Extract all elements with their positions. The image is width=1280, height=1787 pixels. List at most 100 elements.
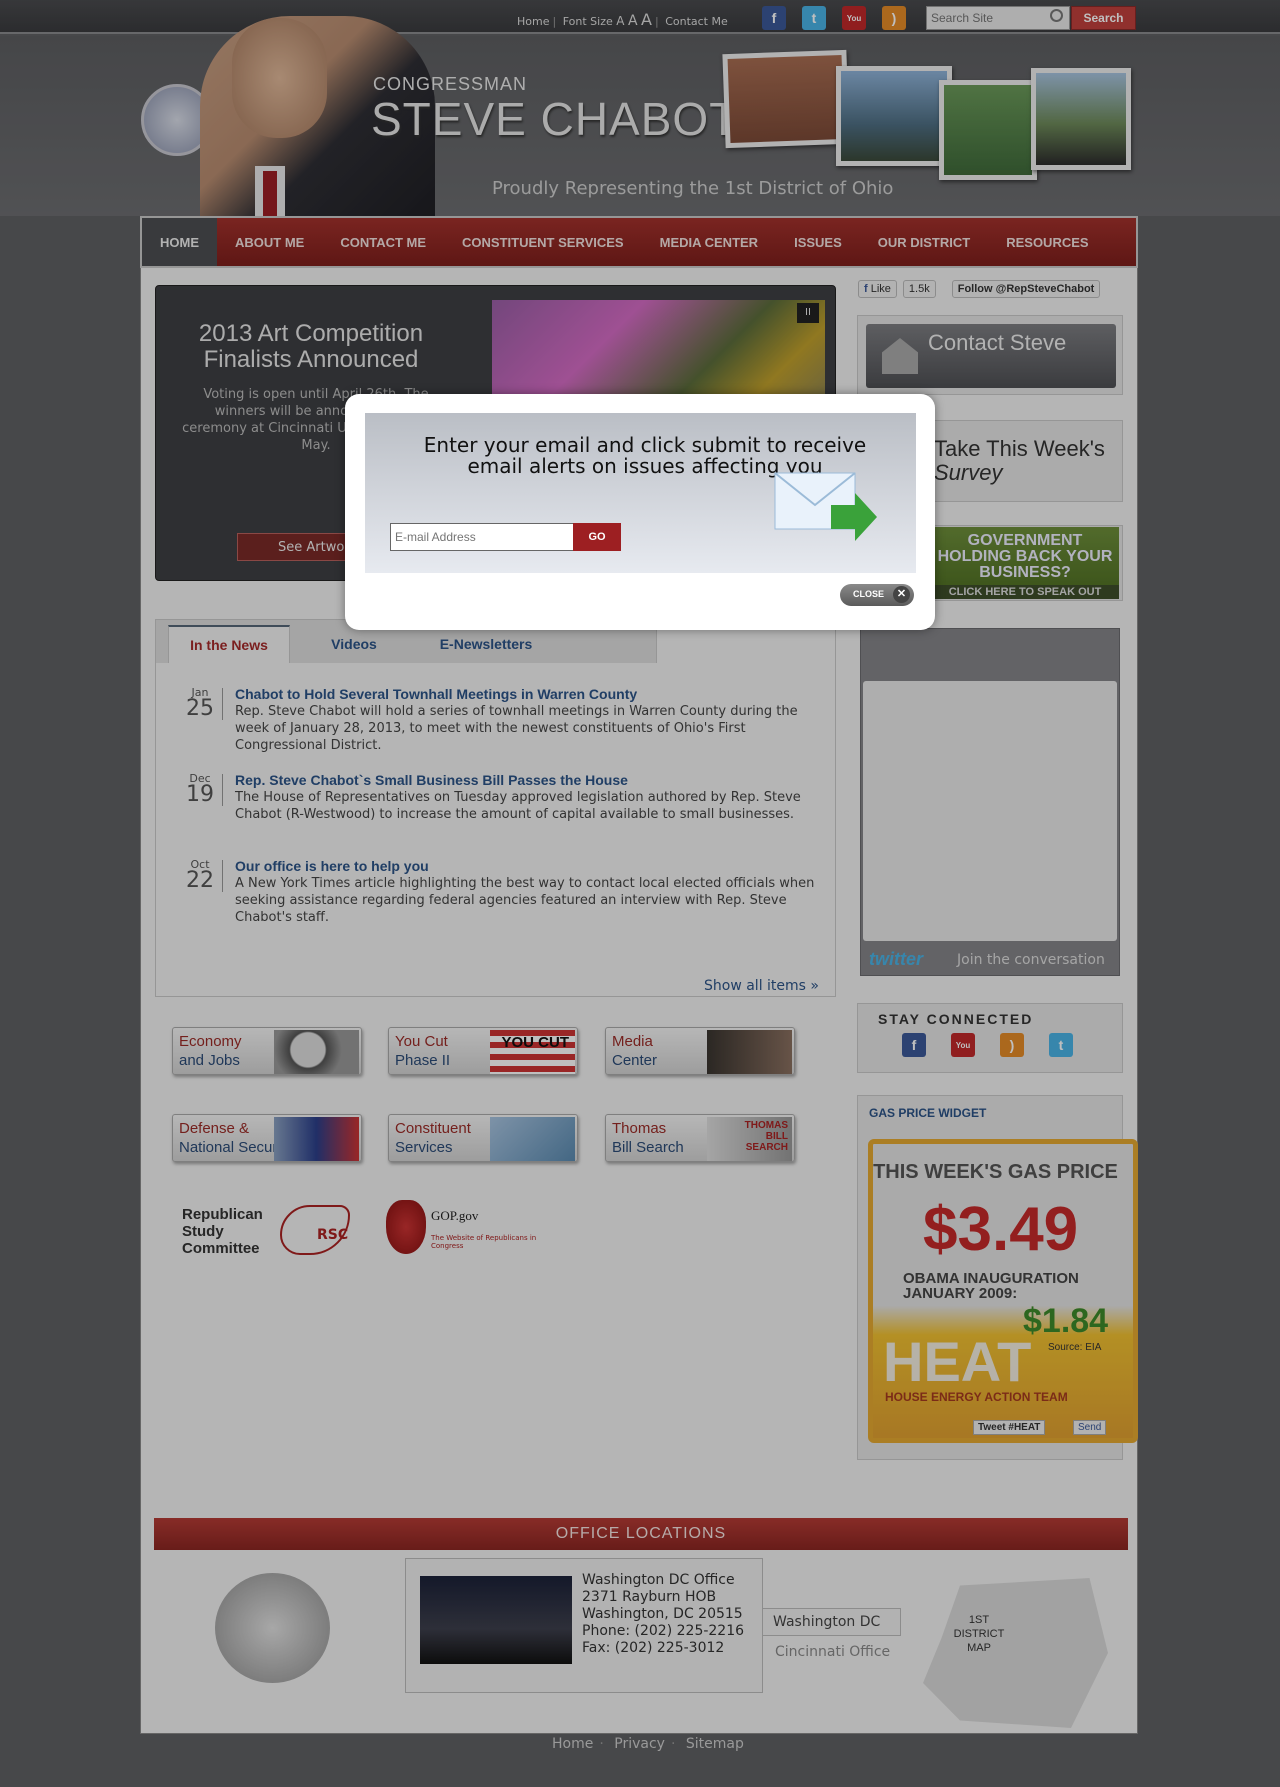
twitter-widget: twitter Join the conversation	[860, 628, 1120, 976]
congressman-name[interactable]: STEVE CHABOT	[371, 92, 738, 146]
old-gas-price: $1.84	[1023, 1302, 1109, 1340]
twitter-logo[interactable]: twitter	[869, 949, 923, 970]
defense-security-button[interactable]: Defense & National Security	[172, 1114, 362, 1162]
news-desc: The House of Representatives on Tuesday …	[235, 790, 801, 822]
gas-price-widget[interactable]: THIS WEEK'S GAS PRICE $3.49 OBAMA INAUGU…	[868, 1139, 1138, 1443]
youtube-icon[interactable]: You	[842, 6, 866, 30]
nav-home[interactable]: HOME	[142, 218, 217, 266]
header-photo-statue	[836, 66, 952, 166]
gov-holding-back-banner[interactable]: GOVERNMENT HOLDING BACK YOUR BUSINESS? CL…	[931, 527, 1119, 599]
gas-price: $3.49	[923, 1195, 1079, 1264]
magnifier-jobs-icon	[274, 1030, 359, 1074]
slide-title[interactable]: 2013 Art Competition Finalists Announced	[181, 321, 441, 373]
media-center-button[interactable]: Media Center	[605, 1027, 795, 1075]
send-button[interactable]: Send	[1073, 1420, 1107, 1435]
envelope-arrow-icon	[774, 472, 877, 541]
nav-issues[interactable]: ISSUES	[776, 218, 860, 266]
home-link[interactable]: Home	[517, 15, 549, 28]
footer-privacy[interactable]: Privacy	[614, 1736, 665, 1752]
thomas-bill-search-button[interactable]: Thomas Bill Search THOMAS BILL SEARCH	[605, 1114, 795, 1162]
twitter-icon[interactable]: t	[802, 6, 826, 30]
tab-e-newsletters[interactable]: E-Newsletters	[420, 625, 552, 663]
nav-media-center[interactable]: MEDIA CENTER	[642, 218, 776, 266]
capitol-photo	[420, 1576, 572, 1664]
soldier-salute-icon	[274, 1117, 359, 1161]
district-map-label[interactable]: 1ST DISTRICT MAP	[949, 1613, 1009, 1655]
office-locations-heading: OFFICE LOCATIONS	[154, 1518, 1128, 1550]
search-icon	[1050, 9, 1063, 22]
social-links: f t You )	[762, 6, 906, 30]
constituent-services-button[interactable]: Constituent Services	[388, 1114, 578, 1162]
tab-videos[interactable]: Videos	[300, 625, 408, 663]
close-button[interactable]: CLOSE ✕	[840, 584, 914, 606]
facebook-like-button[interactable]: f Like	[858, 280, 897, 298]
uncle-sam-icon: YOU CUT	[490, 1030, 575, 1074]
news-title[interactable]: Rep. Steve Chabot`s Small Business Bill …	[235, 772, 628, 788]
tab-cincinnati-office[interactable]: Cincinnati Office	[775, 1644, 890, 1660]
like-count: 1.5k	[902, 280, 936, 298]
footer-home[interactable]: Home	[552, 1736, 593, 1752]
tagline: Proudly Representing the 1st District of…	[492, 178, 894, 199]
email-field[interactable]	[390, 523, 574, 551]
nav-contact-me[interactable]: CONTACT ME	[322, 218, 444, 266]
news-desc: A New York Times article highlighting th…	[235, 876, 815, 925]
rss-icon[interactable]: )	[1000, 1033, 1024, 1057]
tweet-heat-button[interactable]: Tweet #HEAT	[973, 1420, 1046, 1435]
facebook-icon[interactable]: f	[902, 1033, 926, 1057]
email-signup-modal: Enter your email and click submit to rec…	[345, 394, 935, 630]
twitter-follow-button[interactable]: Follow @RepSteveChabot	[951, 280, 1101, 298]
house-icon	[882, 338, 918, 374]
nav-resources[interactable]: RESOURCES	[988, 218, 1106, 266]
show-all-link[interactable]: Show all items »	[704, 978, 819, 994]
footer-sitemap[interactable]: Sitemap	[686, 1736, 744, 1752]
survey-link[interactable]: Take This Week's Survey	[934, 437, 1105, 485]
stay-connected-icons: f You ) t	[902, 1033, 1073, 1057]
contact-link[interactable]: Contact Me	[665, 15, 728, 28]
rsc-logo-text[interactable]: Republican Study Committee	[182, 1206, 272, 1257]
office-card: Washington DC Office 2371 Rayburn HOB Wa…	[405, 1558, 763, 1693]
nav-our-district[interactable]: OUR DISTRICT	[860, 218, 988, 266]
contact-steve-button[interactable]: Contact Steve	[866, 324, 1116, 388]
office-address: Washington DC Office 2371 Rayburn HOB Wa…	[582, 1572, 745, 1656]
nav-constituent-services[interactable]: CONSTITUENT SERVICES	[444, 218, 642, 266]
utility-links: Home | Font Size A A A | Contact Me	[517, 10, 728, 29]
twitter-icon[interactable]: t	[1049, 1033, 1073, 1057]
header-photo-flag	[1031, 68, 1131, 170]
rss-icon[interactable]: )	[882, 6, 906, 30]
news-title[interactable]: Our office is here to help you	[235, 858, 429, 874]
smartphone-icon	[707, 1030, 792, 1074]
tab-washington-dc[interactable]: Washington DC	[763, 1608, 901, 1636]
header-photo-cincinnati	[722, 49, 850, 149]
font-size-label: Font Size	[562, 15, 613, 28]
twitter-feed[interactable]	[863, 681, 1117, 941]
gas-widget-title: GAS PRICE WIDGET	[869, 1106, 987, 1120]
gop-logo[interactable]: GOP.gov The Website of Republicans in Co…	[386, 1200, 561, 1256]
news-desc: Rep. Steve Chabot will hold a series of …	[235, 704, 798, 753]
search-button[interactable]: Search	[1071, 6, 1136, 30]
nav-about-me[interactable]: ABOUT ME	[217, 218, 322, 266]
facebook-icon[interactable]: f	[762, 6, 786, 30]
you-cut-button[interactable]: You Cut Phase II YOU CUT	[388, 1027, 578, 1075]
search-input[interactable]	[926, 6, 1070, 30]
pause-button[interactable]: II	[797, 303, 819, 323]
footer-links: Home · Privacy · Sitemap	[552, 1736, 744, 1752]
email-signup-panel: Enter your email and click submit to rec…	[365, 413, 916, 573]
jefferson-portrait-icon: THOMAS BILL SEARCH	[707, 1117, 792, 1161]
main-nav: HOME ABOUT ME CONTACT ME CONSTITUENT SER…	[140, 216, 1138, 268]
social-buttons: f Like 1.5k Follow @RepSteveChabot	[858, 280, 1101, 298]
great-seal-icon	[215, 1573, 330, 1683]
stay-connected-heading: STAY CONNECTED	[878, 1011, 1034, 1027]
close-icon[interactable]: ✕	[893, 586, 910, 603]
documents-icon	[490, 1117, 575, 1161]
eagle-icon	[386, 1200, 426, 1254]
font-small-button[interactable]: A	[616, 14, 624, 28]
join-conversation-link[interactable]: Join the conversation	[957, 952, 1105, 968]
tab-in-the-news[interactable]: In the News	[168, 625, 290, 663]
font-medium-button[interactable]: A	[628, 13, 638, 29]
economy-jobs-button[interactable]: Economy and Jobs	[172, 1027, 362, 1075]
news-title[interactable]: Chabot to Hold Several Townhall Meetings…	[235, 686, 637, 702]
header-photo-river	[939, 80, 1037, 180]
youtube-icon[interactable]: You	[951, 1033, 975, 1057]
font-large-button[interactable]: A	[641, 10, 652, 29]
go-button[interactable]: GO	[573, 523, 621, 551]
